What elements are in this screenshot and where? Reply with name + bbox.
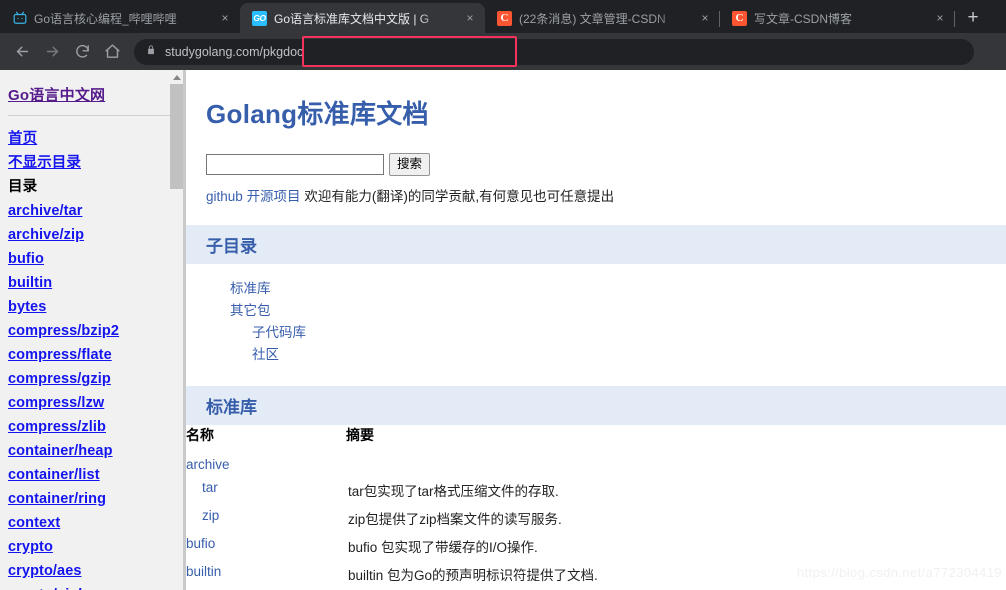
tab-close-icon[interactable]: × (696, 9, 714, 27)
back-button-icon[interactable] (8, 38, 36, 66)
package-name-cell: zip (186, 505, 346, 533)
sidebar-item-context[interactable]: context (8, 511, 176, 535)
section-heading-stdlib: 标准库 (186, 386, 1006, 425)
sidebar-item-compress-zlib[interactable]: compress/zlib (8, 415, 176, 439)
table-row: tar tar包实现了tar格式压缩文件的存取. (186, 477, 1006, 505)
address-bar[interactable]: studygolang.com/pkgdoc (134, 38, 974, 65)
omnibox-wrapper: studygolang.com/pkgdoc (134, 35, 998, 67)
table-row: archive (186, 454, 1006, 477)
github-link[interactable]: github (206, 189, 243, 204)
package-link[interactable]: builtin (186, 564, 221, 579)
lock-icon (146, 44, 156, 59)
list-item[interactable]: 子代码库 (208, 322, 1006, 344)
home-button-icon[interactable] (98, 38, 126, 66)
column-header-name: 名称 (186, 427, 214, 443)
package-link[interactable]: bufio (186, 536, 215, 551)
sidebar-nav-list: 首页 不显示目录 目录 archive/tar archive/zip bufi… (8, 127, 176, 590)
table-header-row: 名称 摘要 (186, 425, 1006, 454)
content-inner: Golang标准库文档 搜索 github 开源项目 欢迎有能力(翻译)的同学贡… (186, 70, 1006, 589)
tab-strip: Go语言核心编程_哔哩哔哩 × GO Go语言标准库文档中文版 | G × C … (0, 0, 1006, 33)
browser-window: Go语言核心编程_哔哩哔哩 × GO Go语言标准库文档中文版 | G × C … (0, 0, 1006, 590)
tab-title: Go语言标准库文档中文版 | G (274, 11, 430, 26)
tab-divider (954, 11, 955, 27)
package-name-cell: archive (186, 454, 346, 477)
forward-button-icon[interactable] (38, 38, 66, 66)
sidebar-item-container-list[interactable]: container/list (8, 463, 176, 487)
sidebar-divider (8, 115, 174, 116)
list-item[interactable]: 标准库 (208, 278, 1006, 300)
sidebar-item-compress-gzip[interactable]: compress/gzip (8, 367, 176, 391)
site-title-link[interactable]: Go语言中文网 (8, 84, 176, 105)
sidebar-item-compress-flate[interactable]: compress/flate (8, 343, 176, 367)
sidebar-item-crypto-aes[interactable]: crypto/aes (8, 559, 176, 583)
sidebar-item-crypto[interactable]: crypto (8, 535, 176, 559)
package-name-cell: bufio (186, 533, 346, 561)
new-tab-button[interactable]: + (959, 3, 987, 31)
browser-toolbar: studygolang.com/pkgdoc (0, 33, 1006, 70)
sidebar: Go语言中文网 首页 不显示目录 目录 archive/tar archive/… (0, 70, 186, 590)
go-favicon-icon: GO (252, 10, 267, 26)
sidebar-item-compress-lzw[interactable]: compress/lzw (8, 391, 176, 415)
tab-close-icon[interactable]: × (931, 9, 949, 27)
sidebar-item-archive-tar[interactable]: archive/tar (8, 199, 176, 223)
sidebar-item-bytes[interactable]: bytes (8, 295, 176, 319)
browser-tab-1[interactable]: GO Go语言标准库文档中文版 | G × (240, 3, 485, 33)
package-summary-cell: zip包提供了zip档案文件的读写服务. (348, 512, 562, 527)
table-row: zip zip包提供了zip档案文件的读写服务. (186, 505, 1006, 533)
sidebar-item-home[interactable]: 首页 (8, 127, 176, 151)
csdn-favicon-icon: C (497, 10, 512, 26)
page-title: Golang标准库文档 (206, 99, 429, 129)
scroll-up-arrow-icon[interactable] (170, 72, 183, 83)
sidebar-heading-toc: 目录 (8, 179, 38, 195)
sidebar-item-hide-toc[interactable]: 不显示目录 (8, 151, 176, 175)
browser-tab-2[interactable]: C (22条消息) 文章管理-CSDN × (485, 3, 720, 33)
package-name-cell: builtin (186, 561, 346, 589)
package-summary-cell: bufio 包实现了带缓存的I/O操作. (348, 540, 538, 555)
tagline-text: 欢迎有能力(翻译)的同学贡献,有何意见也可任意提出 (304, 189, 615, 204)
sidebar-item-container-heap[interactable]: container/heap (8, 439, 176, 463)
page-viewport: Go语言中文网 首页 不显示目录 目录 archive/tar archive/… (0, 70, 1006, 590)
column-header-summary: 摘要 (346, 427, 374, 443)
browser-tab-3[interactable]: C 写文章-CSDN博客 × (720, 3, 955, 33)
section-heading-subdirectories: 子目录 (186, 225, 1006, 264)
csdn-favicon-icon: C (732, 10, 747, 26)
sidebar-item-container-ring[interactable]: container/ring (8, 487, 176, 511)
tab-title: (22条消息) 文章管理-CSDN (519, 11, 666, 26)
subdirectory-list: 标准库 其它包 子代码库 社区 (186, 264, 1006, 366)
main-content: Golang标准库文档 搜索 github 开源项目 欢迎有能力(翻译)的同学贡… (186, 70, 1006, 590)
sidebar-item-crypto-cipher[interactable]: crypto/cipher (8, 583, 176, 590)
package-link[interactable]: zip (202, 508, 219, 523)
sidebar-item-builtin[interactable]: builtin (8, 271, 176, 295)
search-row: 搜索 (186, 131, 1006, 176)
tab-title: Go语言核心编程_哔哩哔哩 (34, 11, 177, 26)
list-item[interactable]: 社区 (208, 344, 1006, 366)
url-text: studygolang.com/pkgdoc (165, 44, 304, 59)
tab-close-icon[interactable]: × (461, 9, 479, 27)
sidebar-scrollbar-thumb[interactable] (170, 84, 183, 189)
table-row: bufio bufio 包实现了带缓存的I/O操作. (186, 533, 1006, 561)
search-input[interactable] (206, 154, 384, 175)
tab-title: 写文章-CSDN博客 (754, 11, 852, 26)
package-name-cell: tar (186, 477, 346, 505)
package-summary-cell (346, 454, 1006, 477)
package-summary-cell: tar包实现了tar格式压缩文件的存取. (348, 484, 559, 499)
tab-close-icon[interactable]: × (216, 9, 234, 27)
opensource-project-link[interactable]: 开源项目 (247, 189, 301, 204)
sidebar-item-archive-zip[interactable]: archive/zip (8, 223, 176, 247)
sidebar-item-compress-bzip2[interactable]: compress/bzip2 (8, 319, 176, 343)
sidebar-item-bufio[interactable]: bufio (8, 247, 176, 271)
watermark-text: https://blog.csdn.net/a772304419 (796, 565, 1002, 580)
browser-tab-0[interactable]: Go语言核心编程_哔哩哔哩 × (0, 3, 240, 33)
search-button[interactable]: 搜索 (389, 153, 431, 176)
tagline: github 开源项目 欢迎有能力(翻译)的同学贡献,有何意见也可任意提出 (186, 176, 1006, 205)
package-link[interactable]: tar (202, 480, 218, 495)
bilibili-favicon-icon (12, 11, 27, 26)
package-link[interactable]: archive (186, 457, 230, 472)
reload-button-icon[interactable] (68, 38, 96, 66)
list-item[interactable]: 其它包 (208, 300, 1006, 322)
